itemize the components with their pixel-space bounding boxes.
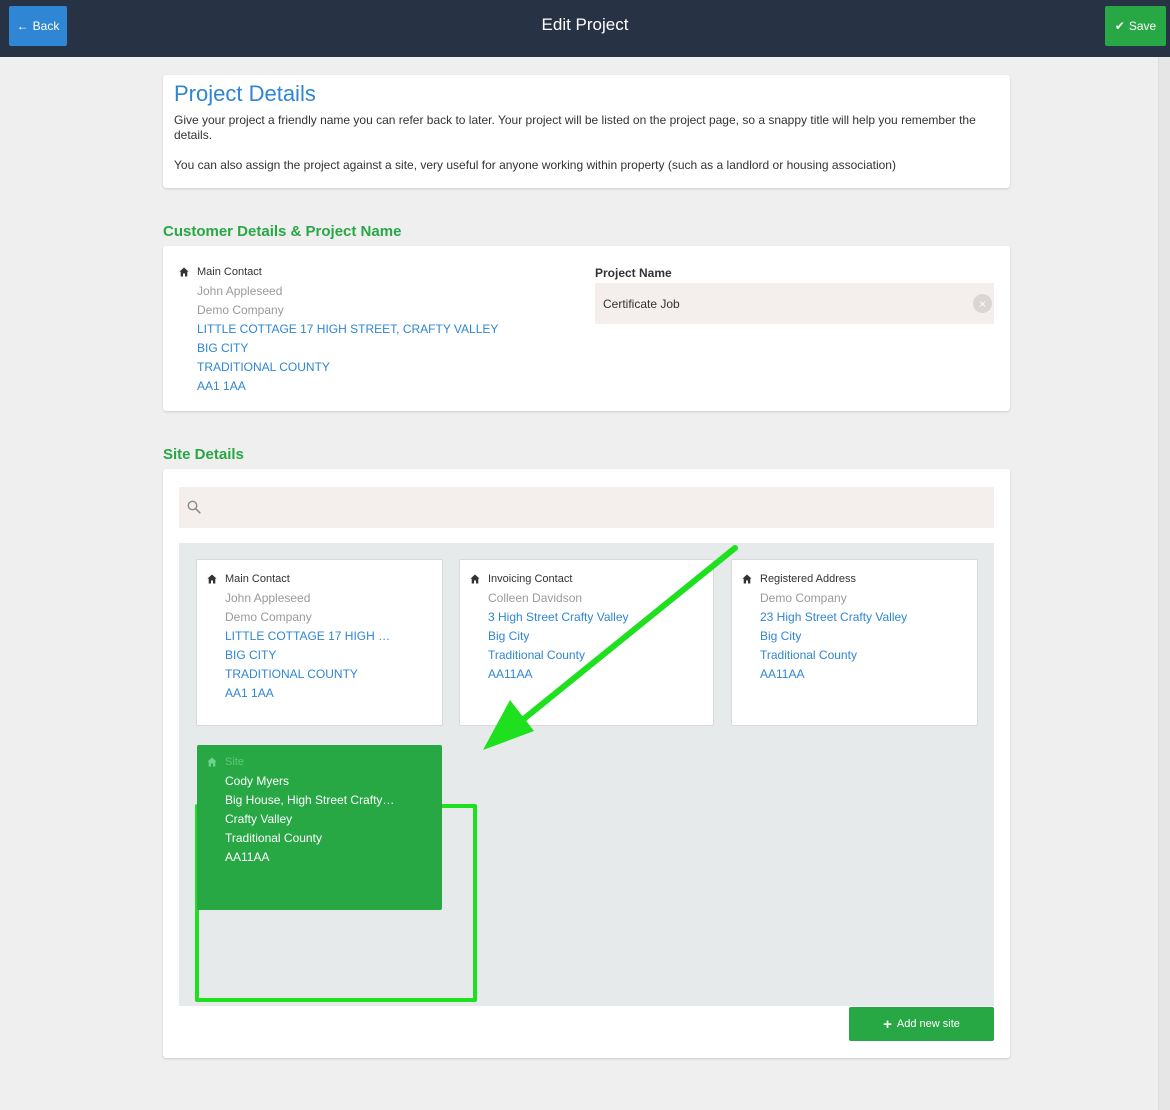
tile-city: Crafty Valley	[225, 812, 293, 826]
tile-name: Colleen Davidson	[488, 591, 583, 605]
main-contact-block: Main Contact John Appleseed Demo Company…	[179, 264, 539, 396]
tile-county: Traditional County	[488, 648, 585, 662]
site-search-bar[interactable]	[179, 487, 994, 528]
page-scrollbar[interactable]	[1158, 57, 1170, 1110]
clear-icon[interactable]: ×	[973, 294, 992, 313]
intro-paragraph: Give your project a friendly name you ca…	[174, 113, 976, 142]
tile-postcode: AA11AA	[225, 850, 270, 864]
tile-company: Demo Company	[225, 610, 312, 624]
contact-county[interactable]: TRADITIONAL COUNTY	[179, 358, 539, 377]
project-details-title: Project Details	[174, 81, 316, 106]
tile-label: Invoicing Contact	[488, 572, 573, 585]
plus-icon: +	[883, 1015, 892, 1033]
customer-details-card: Main Contact John Appleseed Demo Company…	[163, 246, 1010, 411]
tile-label: Registered Address	[760, 572, 856, 585]
check-icon: ✔	[1114, 19, 1125, 33]
site-tile-main-contact[interactable]: Main Contact John Appleseed Demo Company…	[196, 559, 443, 726]
page-title: Edit Project	[541, 15, 629, 34]
contact-postcode[interactable]: AA1 1AA	[179, 377, 539, 396]
tile-postcode: AA11AA	[760, 667, 805, 681]
top-bar: ← Back Edit Project ✔ Save	[0, 0, 1170, 57]
tile-city: Big City	[760, 629, 802, 643]
tile-address-line: Big House, High Street Crafty…	[225, 793, 395, 807]
site-search-input[interactable]	[211, 487, 991, 528]
project-details-card: Project Details Give your project a frie…	[163, 75, 1010, 188]
tile-label: Site	[225, 755, 244, 768]
tile-address-line: 3 High Street Crafty Valley	[488, 610, 629, 624]
customer-section-title: Customer Details & Project Name	[163, 223, 402, 240]
tile-county: Traditional County	[225, 831, 322, 845]
site-tile-registered-address[interactable]: Registered Address Demo Company 23 High …	[731, 559, 978, 726]
tile-postcode: AA1 1AA	[225, 686, 274, 700]
add-new-site-button[interactable]: + Add new site	[849, 1007, 994, 1041]
contact-address-line[interactable]: LITTLE COTTAGE 17 HIGH STREET, CRAFTY VA…	[179, 320, 539, 339]
home-icon	[207, 757, 217, 767]
home-icon	[179, 267, 189, 277]
tile-address-line: 23 High Street Crafty Valley	[760, 610, 908, 624]
tile-address-line: LITTLE COTTAGE 17 HIGH …	[225, 629, 391, 643]
site-tiles-area: Main Contact John Appleseed Demo Company…	[179, 543, 994, 1006]
tile-postcode: AA11AA	[488, 667, 533, 681]
site-tile-invoicing-contact[interactable]: Invoicing Contact Colleen Davidson 3 Hig…	[459, 559, 714, 726]
tile-county: TRADITIONAL COUNTY	[225, 667, 358, 681]
site-section-title: Site Details	[163, 446, 244, 463]
home-icon	[742, 574, 752, 584]
tile-label: Main Contact	[225, 572, 290, 585]
project-name-label: Project Name	[595, 266, 672, 280]
contact-name: John Appleseed	[197, 284, 283, 298]
tile-city: Big City	[488, 629, 530, 643]
site-tile-site-selected[interactable]: Site Cody Myers Big House, High Street C…	[197, 745, 442, 910]
save-button-label: Save	[1128, 19, 1157, 33]
tile-company: Demo Company	[760, 591, 847, 605]
tile-name: John Appleseed	[225, 591, 311, 605]
tile-city: BIG CITY	[225, 648, 277, 662]
home-icon	[470, 574, 480, 584]
save-button[interactable]: ✔ Save	[1105, 6, 1166, 46]
tile-name: Cody Myers	[225, 774, 290, 788]
home-icon	[207, 574, 217, 584]
tile-county: Traditional County	[760, 648, 857, 662]
contact-city[interactable]: BIG CITY	[179, 339, 539, 358]
project-name-input[interactable]	[595, 283, 994, 324]
search-icon	[187, 500, 201, 519]
contact-company: Demo Company	[197, 303, 284, 317]
site-details-card: Main Contact John Appleseed Demo Company…	[163, 469, 1010, 1058]
contact-label: Main Contact	[197, 265, 262, 278]
add-new-site-label: Add new site	[896, 1018, 960, 1030]
intro-paragraph: You can also assign the project against …	[174, 158, 896, 172]
